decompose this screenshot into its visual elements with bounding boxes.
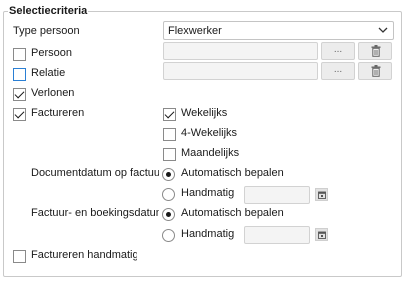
calendar-icon <box>318 231 326 239</box>
vierwekelijks-label: 4-Wekelijks <box>181 127 238 139</box>
trash-icon <box>371 45 381 57</box>
documentdatum-date-button[interactable] <box>315 188 328 201</box>
boekingsdatum-auto-radio[interactable] <box>162 208 175 221</box>
documentdatum-date-field[interactable] <box>244 186 310 204</box>
chevron-down-icon <box>378 27 388 33</box>
boekingsdatum-label: Factuur- en boekingsdatum <box>31 207 159 219</box>
factureren-checkbox[interactable] <box>13 108 26 121</box>
documentdatum-manual-radio[interactable] <box>162 188 175 201</box>
boekingsdatum-manual-radio[interactable] <box>162 229 175 242</box>
documentdatum-auto-label: Automatisch bepalen <box>181 167 284 179</box>
factureren-label: Factureren <box>31 107 85 119</box>
relatie-field[interactable] <box>163 62 318 80</box>
verlonen-checkbox[interactable] <box>13 88 26 101</box>
factureren-handmatig-checkbox[interactable] <box>13 250 26 263</box>
documentdatum-auto-radio[interactable] <box>162 168 175 181</box>
relatie-checkbox[interactable] <box>13 68 26 81</box>
persoon-delete-button[interactable] <box>358 42 392 60</box>
boekingsdatum-date-button[interactable] <box>315 228 328 241</box>
persoon-field[interactable] <box>163 42 318 60</box>
type-persoon-value: Flexwerker <box>168 25 222 37</box>
boekingsdatum-date-field[interactable] <box>244 226 310 244</box>
factureren-handmatig-label: Factureren handmatig <box>31 249 137 261</box>
maandelijks-checkbox[interactable] <box>163 148 176 161</box>
type-persoon-select[interactable]: Flexwerker <box>163 21 394 40</box>
documentdatum-manual-label: Handmatig <box>181 187 235 199</box>
type-persoon-label: Type persoon <box>13 25 80 37</box>
relatie-browse-button[interactable]: ... <box>321 62 355 80</box>
group-title: Selectiecriteria <box>8 4 89 18</box>
wekelijks-checkbox[interactable] <box>163 108 176 121</box>
boekingsdatum-auto-label: Automatisch bepalen <box>181 207 284 219</box>
wekelijks-label: Wekelijks <box>181 107 228 119</box>
relatie-delete-button[interactable] <box>358 62 392 80</box>
verlonen-label: Verlonen <box>31 87 75 99</box>
boekingsdatum-manual-label: Handmatig <box>181 228 235 240</box>
persoon-label: Persoon <box>31 47 72 59</box>
calendar-icon <box>318 191 326 199</box>
maandelijks-label: Maandelijks <box>181 147 240 159</box>
relatie-label: Relatie <box>31 67 66 79</box>
persoon-checkbox[interactable] <box>13 48 26 61</box>
persoon-browse-button[interactable]: ... <box>321 42 355 60</box>
trash-icon <box>371 65 381 77</box>
documentdatum-label: Documentdatum op factuur <box>31 167 159 179</box>
vierwekelijks-checkbox[interactable] <box>163 128 176 141</box>
